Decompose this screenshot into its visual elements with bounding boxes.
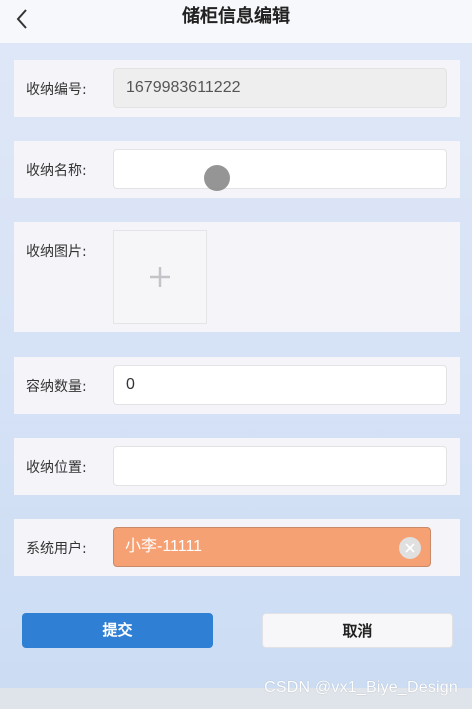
- image-upload-button[interactable]: [113, 230, 207, 324]
- submit-button[interactable]: 提交: [22, 613, 213, 648]
- storage-image-label: 收纳图片:: [26, 244, 87, 260]
- capacity-label: 容纳数量:: [26, 379, 87, 395]
- system-user-select[interactable]: 小李-11111: [113, 527, 431, 567]
- watermark-text: CSDN @vx1_Biye_Design: [264, 679, 458, 696]
- storage-number-row: 收纳编号: 1679983611222: [14, 60, 460, 117]
- cancel-button[interactable]: 取消: [262, 613, 453, 648]
- header-bar: 储柜信息编辑: [0, 0, 472, 43]
- storage-name-input[interactable]: [113, 149, 447, 189]
- storage-image-row: 收纳图片:: [14, 222, 460, 332]
- location-input[interactable]: [113, 446, 447, 486]
- location-row: 收纳位置:: [14, 438, 460, 495]
- system-user-row: 系统用户: 小李-11111: [14, 519, 460, 576]
- capacity-input[interactable]: 0: [113, 365, 447, 405]
- page-title: 储柜信息编辑: [182, 6, 290, 27]
- touch-indicator: [204, 165, 230, 191]
- plus-icon: [150, 267, 170, 287]
- location-label: 收纳位置:: [26, 460, 87, 476]
- storage-number-label: 收纳编号:: [26, 82, 87, 98]
- clear-icon[interactable]: [399, 537, 421, 559]
- storage-name-label: 收纳名称:: [26, 163, 87, 179]
- capacity-row: 容纳数量: 0: [14, 357, 460, 414]
- system-user-label: 系统用户:: [26, 541, 87, 557]
- storage-name-row: 收纳名称:: [14, 141, 460, 198]
- system-user-value: 小李-11111: [125, 538, 203, 555]
- storage-number-field: 1679983611222: [113, 68, 447, 108]
